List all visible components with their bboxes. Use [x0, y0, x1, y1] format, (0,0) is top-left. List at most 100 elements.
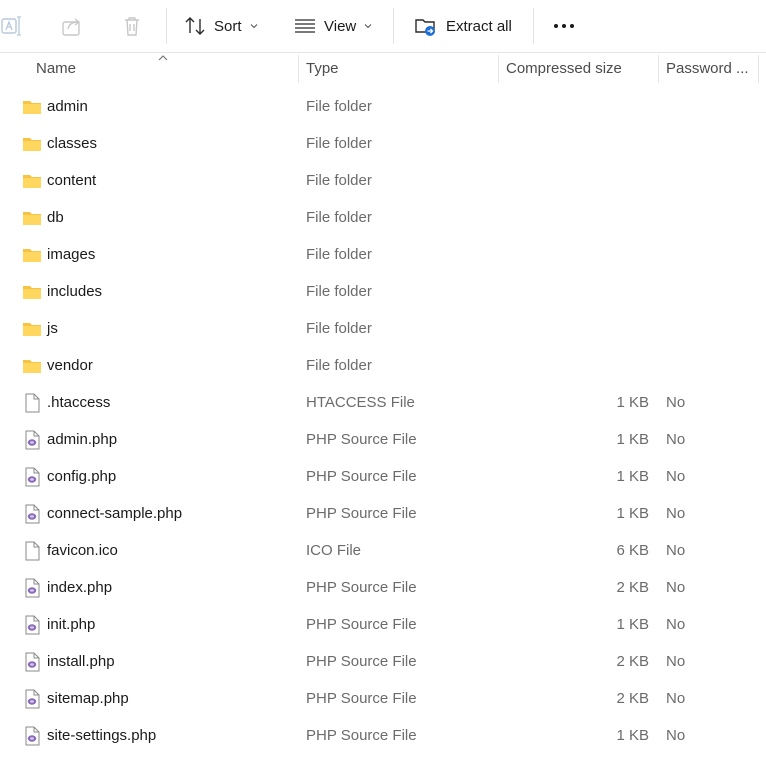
file-compressed-size: 1 KB [616, 468, 649, 485]
folder-icon [22, 245, 42, 265]
folder-icon [22, 97, 42, 117]
sort-button[interactable]: Sort [184, 10, 258, 42]
command-bar: Sort View Extract all [0, 0, 766, 53]
file-name: .htaccess [47, 394, 111, 411]
file-row[interactable]: site-settings.php PHP Source File 1 KB No [0, 717, 766, 754]
folder-icon [22, 208, 42, 228]
file-row[interactable]: content File folder [0, 162, 766, 199]
file-name: site-settings.php [47, 727, 157, 744]
file-row[interactable]: classes File folder [0, 125, 766, 162]
file-type: PHP Source File [306, 653, 417, 670]
file-row[interactable]: .htaccess HTACCESS File 1 KB No [0, 384, 766, 421]
file-type: PHP Source File [306, 616, 417, 633]
folder-icon [22, 134, 42, 154]
column-header-type[interactable]: Type [306, 53, 339, 85]
php-file-icon [22, 652, 42, 672]
file-type: File folder [306, 209, 372, 226]
toolbar-divider [166, 8, 167, 44]
chevron-down-icon [250, 24, 257, 29]
file-name: includes [47, 283, 103, 300]
column-divider[interactable] [758, 55, 759, 83]
file-type: ICO File [306, 542, 362, 559]
file-row[interactable]: init.php PHP Source File 1 KB No [0, 606, 766, 643]
file-password-protected: No [666, 431, 686, 448]
file-name: vendor [47, 357, 93, 374]
file-row[interactable]: admin File folder [0, 88, 766, 125]
column-divider[interactable] [498, 55, 499, 83]
file-type: File folder [306, 357, 372, 374]
file-name: images [47, 246, 96, 263]
extract-folder-icon [415, 19, 435, 36]
php-file-icon [22, 578, 42, 598]
file-name: sitemap.php [47, 690, 129, 707]
php-file-icon [22, 689, 42, 709]
file-compressed-size: 1 KB [616, 616, 649, 633]
column-divider[interactable] [658, 55, 659, 83]
file-name: content [47, 172, 97, 189]
file-row[interactable]: index.php PHP Source File 2 KB No [0, 569, 766, 606]
column-header-password[interactable]: Password ... [666, 53, 749, 85]
file-row[interactable]: config.php PHP Source File 1 KB No [0, 458, 766, 495]
file-row[interactable]: images File folder [0, 236, 766, 273]
php-file-icon [22, 726, 42, 746]
toolbar-divider [393, 8, 394, 44]
file-compressed-size: 1 KB [616, 505, 649, 522]
file-name: classes [47, 135, 98, 152]
file-compressed-size: 1 KB [616, 431, 649, 448]
file-name: index.php [47, 579, 113, 596]
file-type: File folder [306, 320, 372, 337]
folder-icon [22, 356, 42, 376]
more-options-button[interactable] [554, 24, 574, 28]
file-type: File folder [306, 135, 372, 152]
extract-all-button[interactable]: Extract all [414, 10, 512, 42]
file-name: admin.php [47, 431, 118, 448]
file-name: config.php [47, 468, 117, 485]
column-divider[interactable] [298, 55, 299, 83]
file-icon [22, 393, 42, 413]
file-row[interactable]: favicon.ico ICO File 6 KB No [0, 532, 766, 569]
file-type: PHP Source File [306, 727, 417, 744]
file-name: js [47, 320, 58, 337]
file-type: HTACCESS File [306, 394, 415, 411]
file-type: File folder [306, 172, 372, 189]
chevron-down-icon [364, 24, 372, 29]
share-icon[interactable] [60, 14, 84, 38]
file-type: PHP Source File [306, 468, 417, 485]
rename-icon[interactable] [0, 14, 24, 38]
file-compressed-size: 2 KB [616, 690, 649, 707]
folder-icon [22, 282, 42, 302]
file-list: admin File folder classes File folder conten… [0, 88, 766, 754]
file-row[interactable]: sitemap.php PHP Source File 2 KB No [0, 680, 766, 717]
column-header: Name Type Compressed size Password ... [0, 53, 766, 85]
column-header-compressed-size[interactable]: Compressed size [506, 53, 622, 85]
file-password-protected: No [666, 653, 686, 670]
file-row[interactable]: js File folder [0, 310, 766, 347]
file-type: PHP Source File [306, 505, 417, 522]
view-button[interactable]: View [294, 10, 372, 42]
file-compressed-size: 2 KB [616, 653, 649, 670]
sort-icon [185, 17, 205, 35]
more-icon [554, 24, 558, 28]
file-row[interactable]: vendor File folder [0, 347, 766, 384]
file-password-protected: No [666, 394, 686, 411]
folder-icon [22, 319, 42, 339]
file-name: connect-sample.php [47, 505, 183, 522]
toolbar-divider [533, 8, 534, 44]
file-icon [22, 541, 42, 561]
file-type: PHP Source File [306, 579, 417, 596]
column-header-name[interactable]: Name [36, 53, 76, 85]
file-row[interactable]: includes File folder [0, 273, 766, 310]
file-compressed-size: 1 KB [616, 394, 649, 411]
file-password-protected: No [666, 505, 686, 522]
delete-icon[interactable] [120, 14, 144, 38]
php-file-icon [22, 467, 42, 487]
file-name: init.php [47, 616, 96, 633]
file-password-protected: No [666, 616, 686, 633]
file-row[interactable]: admin.php PHP Source File 1 KB No [0, 421, 766, 458]
file-password-protected: No [666, 468, 686, 485]
file-row[interactable]: install.php PHP Source File 2 KB No [0, 643, 766, 680]
file-row[interactable]: db File folder [0, 199, 766, 236]
file-row[interactable]: connect-sample.php PHP Source File 1 KB No [0, 495, 766, 532]
file-compressed-size: 2 KB [616, 579, 649, 596]
file-name: install.php [47, 653, 115, 670]
